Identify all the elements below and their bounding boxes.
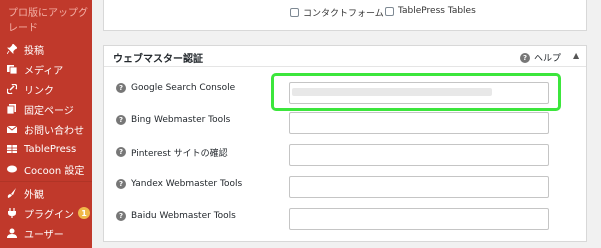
sidebar-item-label: プラグイン <box>24 209 74 221</box>
sidebar-item-label: Cocoon 設定 <box>24 165 85 177</box>
sidebar-item-links[interactable]: リンク <box>0 79 92 99</box>
field-label: ? Google Search Console <box>116 72 235 104</box>
field-label-text: Google Search Console <box>131 83 236 93</box>
pin-icon <box>7 44 17 54</box>
cocoon-icon <box>7 164 17 174</box>
redacted-value <box>292 88 492 96</box>
bing-webmaster-input[interactable] <box>289 112 549 134</box>
help-button[interactable]: ? ヘルプ <box>520 51 561 64</box>
sidebar-item-label: お問い合わせ <box>24 125 84 137</box>
field-row-pinterest: ? Pinterest サイトの確認 <box>104 136 586 168</box>
sidebar-item-label: 外観 <box>24 189 44 201</box>
webmaster-verification-box: ウェブマスター認証 ? ヘルプ ▲ ? Google Search Console… <box>103 45 587 242</box>
help-label: ヘルプ <box>534 54 562 64</box>
user-icon <box>7 228 17 238</box>
baidu-webmaster-input[interactable] <box>289 208 549 230</box>
sidebar-item-tablepress[interactable]: TablePress <box>0 139 92 159</box>
page-icon <box>7 104 17 114</box>
field-label-text: Yandex Webmaster Tools <box>131 179 243 189</box>
field-label-text: Bing Webmaster Tools <box>131 115 231 125</box>
postbox-header: ウェブマスター認証 ? ヘルプ ▲ <box>104 46 586 67</box>
post-type-panel: コンタクトフォーム TablePress Tables <box>103 0 587 31</box>
table-icon <box>7 144 17 154</box>
postbox-title: ウェブマスター認証 <box>113 54 203 65</box>
field-row-baidu: ? Baidu Webmaster Tools <box>104 200 586 232</box>
sidebar-item-label: ユーザー <box>24 229 64 241</box>
sidebar-item-appearance[interactable]: 外観 <box>0 183 92 203</box>
sidebar-item-label: メディア <box>24 65 64 77</box>
update-count-badge: 1 <box>78 207 90 219</box>
link-icon <box>7 84 17 94</box>
field-row-bing: ? Bing Webmaster Tools <box>104 104 586 136</box>
help-icon[interactable]: ? <box>116 115 126 125</box>
sidebar-item-cocoon[interactable]: Cocoon 設定 <box>0 159 92 179</box>
help-icon[interactable]: ? <box>116 147 126 157</box>
sidebar-item-media[interactable]: メディア <box>0 59 92 79</box>
sidebar-item-plugins[interactable]: プラグイン 1 <box>0 203 92 223</box>
field-label: ? Bing Webmaster Tools <box>116 104 230 136</box>
field-label: ? Pinterest サイトの確認 <box>116 136 228 168</box>
checkbox-box[interactable] <box>290 8 299 17</box>
sidebar-item-users[interactable]: ユーザー <box>0 223 92 243</box>
field-label: ? Yandex Webmaster Tools <box>116 168 242 200</box>
checkbox-contact-form[interactable]: コンタクトフォーム <box>290 6 384 19</box>
sidebar-item-label: TablePress <box>24 143 77 155</box>
sidebar-item-label: 固定ページ <box>24 105 74 117</box>
checkbox-label: TablePress Tables <box>398 6 476 16</box>
sidebar-item-contact[interactable]: お問い合わせ <box>0 119 92 139</box>
collapse-toggle-icon[interactable]: ▲ <box>573 51 579 60</box>
sidebar-item-label: リンク <box>24 85 54 97</box>
mail-icon <box>7 124 17 134</box>
pinterest-verification-input[interactable] <box>289 144 549 166</box>
upgrade-link[interactable]: プロ版にアップグレード <box>8 6 88 36</box>
help-icon[interactable]: ? <box>116 179 126 189</box>
brush-icon <box>7 188 17 198</box>
yandex-webmaster-input[interactable] <box>289 176 549 198</box>
checkbox-box[interactable] <box>385 6 394 16</box>
field-label-text: Pinterest サイトの確認 <box>131 148 228 159</box>
field-row-yandex: ? Yandex Webmaster Tools <box>104 168 586 200</box>
checkbox-label: コンタクトフォーム <box>303 9 384 19</box>
help-icon[interactable]: ? <box>116 211 126 221</box>
checkbox-tablepress-tables[interactable]: TablePress Tables <box>385 6 476 16</box>
field-label-text: Baidu Webmaster Tools <box>131 211 236 221</box>
plugin-icon <box>7 208 17 218</box>
media-icon <box>7 64 17 74</box>
sidebar-item-pages[interactable]: 固定ページ <box>0 99 92 119</box>
sidebar-separator <box>0 181 92 182</box>
help-icon[interactable]: ? <box>116 83 126 93</box>
help-icon: ? <box>520 52 530 63</box>
sidebar-item-label: 投稿 <box>24 45 44 57</box>
admin-sidebar: プロ版にアップグレード 投稿 メディア リンク 固定ページ お問い合わせ Tab… <box>0 0 92 248</box>
field-label: ? Baidu Webmaster Tools <box>116 200 236 232</box>
sidebar-item-posts[interactable]: 投稿 <box>0 39 92 59</box>
